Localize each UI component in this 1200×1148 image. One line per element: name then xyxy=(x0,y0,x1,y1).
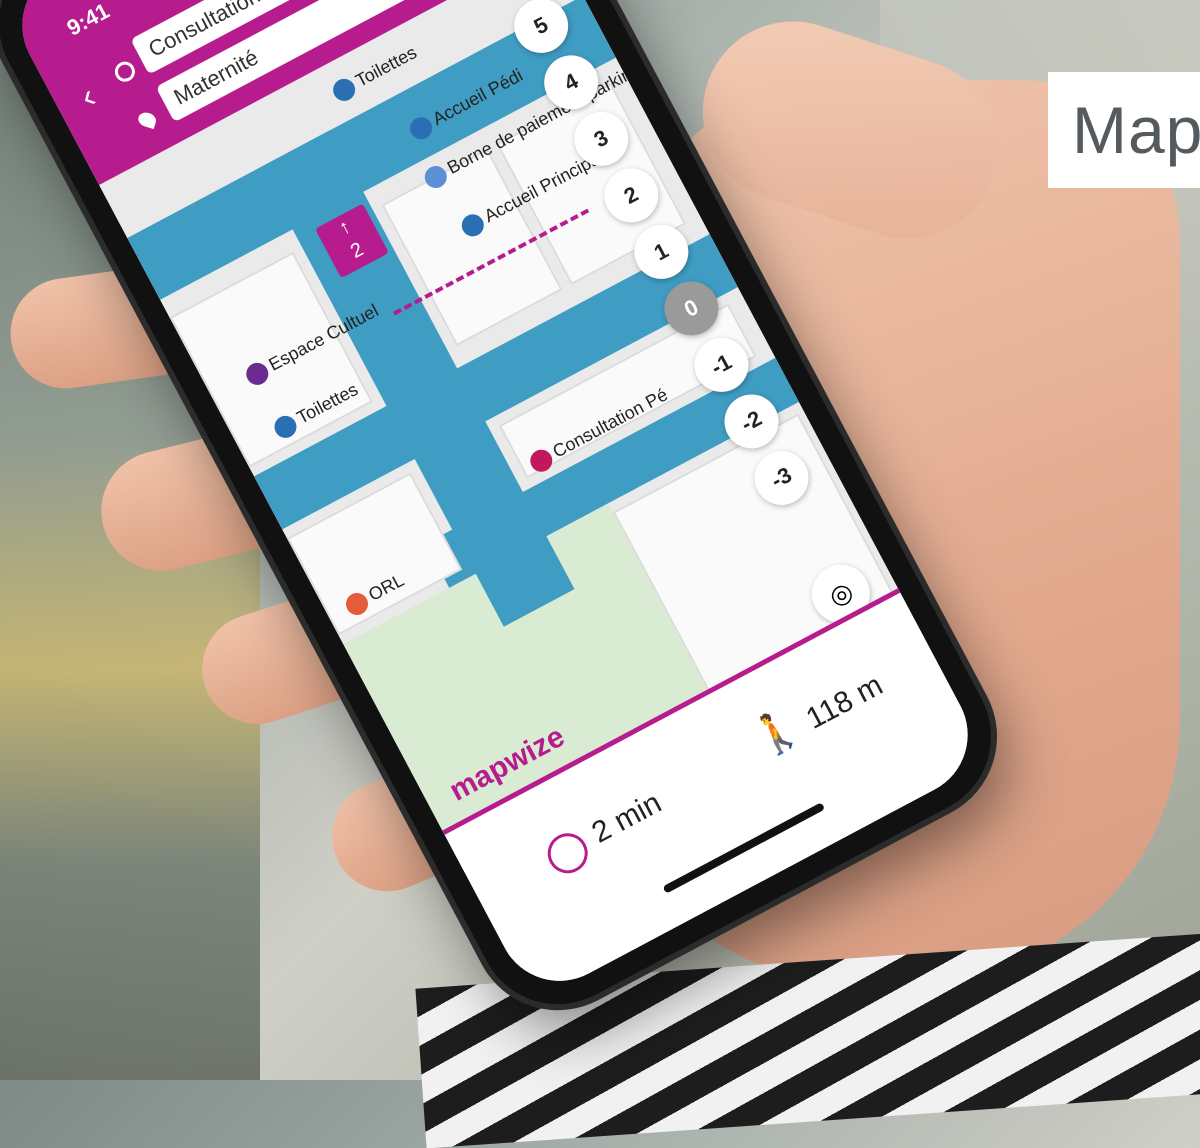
status-time: 9:41 xyxy=(62,0,114,41)
walking-icon: 🚶 xyxy=(744,701,810,765)
elevator-arrow: ↑ xyxy=(335,215,355,240)
home-indicator[interactable] xyxy=(662,802,826,894)
elevator-floor: 2 xyxy=(347,238,368,263)
clock-icon xyxy=(540,826,595,881)
poi-label: Toilettes xyxy=(352,42,420,91)
back-arrow-icon[interactable]: ‹ xyxy=(74,77,102,117)
toilets-icon xyxy=(329,75,360,105)
origin-icon xyxy=(111,58,139,86)
destination-pin-icon xyxy=(136,110,158,130)
route-duration: 2 min xyxy=(586,786,667,850)
route-distance: 118 m xyxy=(800,668,889,736)
overlay-title: Map xyxy=(1072,93,1200,167)
